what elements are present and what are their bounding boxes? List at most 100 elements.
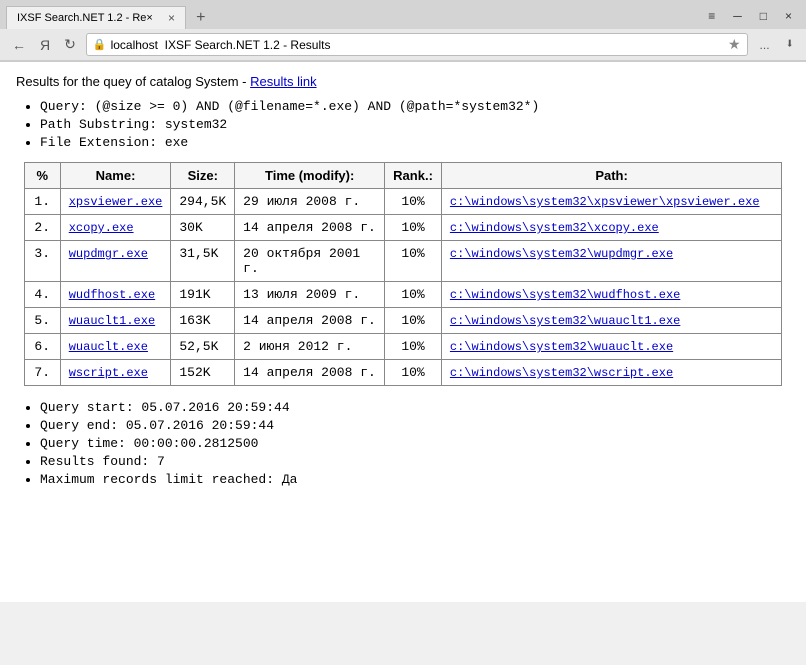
- file-name-link[interactable]: xcopy.exe: [69, 221, 134, 235]
- cell-num: 6.: [24, 334, 60, 360]
- cell-rank: 10%: [385, 189, 442, 215]
- table-header-row: % Name: Size: Time (modify): Rank.: Path…: [24, 163, 782, 189]
- cell-name: wuauclt.exe: [60, 334, 171, 360]
- back-button[interactable]: ←: [8, 35, 30, 55]
- file-path-link[interactable]: c:\windows\system32\wuauclt1.exe: [450, 314, 680, 328]
- cell-path: c:\windows\system32\xcopy.exe: [441, 215, 781, 241]
- window-controls: ≡ ─ □ ×: [700, 7, 800, 29]
- tab-bar: IXSF Search.NET 1.2 - Re× × + ≡ ─ □ ×: [0, 0, 806, 29]
- results-header: Results for the quey of catalog System -…: [16, 74, 790, 89]
- footer-info: Query start: 05.07.2016 20:59:44 Query e…: [16, 400, 790, 487]
- file-path-link[interactable]: c:\windows\system32\xpsviewer\xpsviewer.…: [450, 195, 760, 209]
- cell-size: 191K: [171, 282, 235, 308]
- cell-name: wuauclt1.exe: [60, 308, 171, 334]
- lock-icon: 🔒: [93, 38, 107, 51]
- file-path-link[interactable]: c:\windows\system32\xcopy.exe: [450, 221, 659, 235]
- table-row: 4. wudfhost.exe 191K13 июля 2009 г.10% c:\w…: [24, 282, 782, 308]
- cell-path: c:\windows\system32\wscript.exe: [441, 360, 781, 386]
- cell-num: 7.: [24, 360, 60, 386]
- footer-item: Query time: 00:00:00.2812500: [40, 436, 790, 451]
- cell-num: 2.: [24, 215, 60, 241]
- cell-rank: 10%: [385, 308, 442, 334]
- cell-size: 31,5K: [171, 241, 235, 282]
- file-path-link[interactable]: c:\windows\system32\wudfhost.exe: [450, 288, 680, 302]
- table-row: 6. wuauclt.exe 52,5K2 июня 2012 г.10% c:\wi…: [24, 334, 782, 360]
- cell-rank: 10%: [385, 215, 442, 241]
- cell-time: 14 апреля 2008 г.: [235, 215, 385, 241]
- file-name-link[interactable]: wuauclt.exe: [69, 340, 148, 354]
- footer-item: Results found: 7: [40, 454, 790, 469]
- tab-title: IXSF Search.NET 1.2 - Re×: [17, 12, 162, 24]
- cell-time: 14 апреля 2008 г.: [235, 360, 385, 386]
- tab-close-button[interactable]: ×: [168, 11, 175, 25]
- cell-name: xpsviewer.exe: [60, 189, 171, 215]
- cell-name: wudfhost.exe: [60, 282, 171, 308]
- cell-time: 2 июня 2012 г.: [235, 334, 385, 360]
- address-box[interactable]: 🔒 localhost IXSF Search.NET 1.2 - Result…: [86, 33, 748, 56]
- browser-chrome: IXSF Search.NET 1.2 - Re× × + ≡ ─ □ × ← …: [0, 0, 806, 62]
- file-path-link[interactable]: c:\windows\system32\wscript.exe: [450, 366, 673, 380]
- cell-size: 52,5K: [171, 334, 235, 360]
- query-info-item: File Extension: exe: [40, 135, 790, 150]
- page-content: Results for the quey of catalog System -…: [0, 62, 806, 602]
- minimize-button[interactable]: ─: [725, 7, 750, 25]
- cell-num: 4.: [24, 282, 60, 308]
- bookmark-star-icon[interactable]: ★: [728, 36, 741, 53]
- table-row: 1. xpsviewer.exe 294,5K29 июля 2008 г.10% c…: [24, 189, 782, 215]
- query-info: Query: (@size >= 0) AND (@filename=*.exe…: [16, 99, 790, 150]
- address-url: localhost IXSF Search.NET 1.2 - Results: [111, 38, 724, 52]
- file-path-link[interactable]: c:\windows\system32\wuauclt.exe: [450, 340, 673, 354]
- col-header-percent: %: [24, 163, 60, 189]
- cell-size: 163K: [171, 308, 235, 334]
- cell-time: 29 июля 2008 г.: [235, 189, 385, 215]
- table-row: 2. xcopy.exe 30K14 апреля 2008 г.10% c:\win…: [24, 215, 782, 241]
- file-name-link[interactable]: wuauclt1.exe: [69, 314, 155, 328]
- cell-name: wupdmgr.exe: [60, 241, 171, 282]
- cell-path: c:\windows\system32\wupdmgr.exe: [441, 241, 781, 282]
- cell-size: 294,5K: [171, 189, 235, 215]
- cell-num: 5.: [24, 308, 60, 334]
- more-button[interactable]: ...: [754, 36, 776, 54]
- cell-size: 30K: [171, 215, 235, 241]
- cell-path: c:\windows\system32\wudfhost.exe: [441, 282, 781, 308]
- refresh-button[interactable]: ↻: [60, 34, 80, 55]
- results-link[interactable]: Results link: [250, 74, 316, 89]
- cell-name: xcopy.exe: [60, 215, 171, 241]
- col-header-path: Path:: [441, 163, 781, 189]
- file-name-link[interactable]: wudfhost.exe: [69, 288, 155, 302]
- active-tab[interactable]: IXSF Search.NET 1.2 - Re× ×: [6, 6, 186, 29]
- cell-num: 3.: [24, 241, 60, 282]
- footer-item: Query end: 05.07.2016 20:59:44: [40, 418, 790, 433]
- maximize-button[interactable]: □: [752, 7, 775, 25]
- results-header-text: Results for the quey of catalog System -: [16, 74, 250, 89]
- file-name-link[interactable]: wupdmgr.exe: [69, 247, 148, 261]
- cell-time: 14 апреля 2008 г.: [235, 308, 385, 334]
- query-info-item: Path Substring: system32: [40, 117, 790, 132]
- cell-time: 13 июля 2009 г.: [235, 282, 385, 308]
- cell-size: 152K: [171, 360, 235, 386]
- table-row: 7. wscript.exe 152K14 апреля 2008 г.10% c:\…: [24, 360, 782, 386]
- download-button[interactable]: ⬇: [782, 34, 798, 55]
- footer-item: Maximum records limit reached: Да: [40, 472, 790, 487]
- file-path-link[interactable]: c:\windows\system32\wupdmgr.exe: [450, 247, 673, 261]
- cell-rank: 10%: [385, 360, 442, 386]
- cell-path: c:\windows\system32\wuauclt.exe: [441, 334, 781, 360]
- close-button[interactable]: ×: [777, 7, 800, 25]
- forward-button[interactable]: Я: [36, 35, 54, 55]
- table-row: 5. wuauclt1.exe 163K14 апреля 2008 г.10% c:…: [24, 308, 782, 334]
- menu-button[interactable]: ≡: [700, 7, 723, 25]
- new-tab-button[interactable]: +: [190, 7, 212, 29]
- file-name-link[interactable]: wscript.exe: [69, 366, 148, 380]
- col-header-time: Time (modify):: [235, 163, 385, 189]
- cell-path: c:\windows\system32\wuauclt1.exe: [441, 308, 781, 334]
- table-row: 3.wupdmgr.exe31,5K20 октября 2001 г.10%c…: [24, 241, 782, 282]
- cell-num: 1.: [24, 189, 60, 215]
- query-info-item: Query: (@size >= 0) AND (@filename=*.exe…: [40, 99, 790, 114]
- cell-rank: 10%: [385, 334, 442, 360]
- cell-rank: 10%: [385, 282, 442, 308]
- file-name-link[interactable]: xpsviewer.exe: [69, 195, 163, 209]
- cell-path: c:\windows\system32\xpsviewer\xpsviewer.…: [441, 189, 781, 215]
- col-header-rank: Rank.:: [385, 163, 442, 189]
- col-header-size: Size:: [171, 163, 235, 189]
- results-table: % Name: Size: Time (modify): Rank.: Path…: [24, 162, 783, 386]
